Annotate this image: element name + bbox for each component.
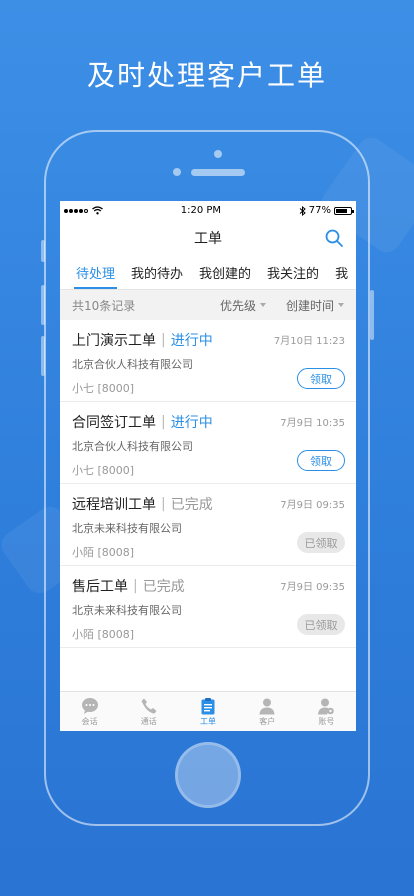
phone-home-button <box>178 745 238 805</box>
tabbar-item-chat[interactable]: 会话 <box>60 692 119 731</box>
ticket-card[interactable]: 远程培训工单 | 已完成 7月9日 09:35 北京未来科技有限公司 小陌 [8… <box>60 484 356 566</box>
sort-created-time-label: 创建时间 <box>285 298 334 313</box>
tabbar-label: 通话 <box>140 716 157 726</box>
ticket-status: 进行中 <box>170 333 213 349</box>
sort-bar: 共10条记录 优先级 创建时间 <box>60 290 356 320</box>
marketing-headline: 及时处理客户工单 <box>86 59 327 92</box>
ticket-title: 售后工单 <box>72 579 128 595</box>
tab-more[interactable]: 我 <box>327 256 356 289</box>
sort-priority[interactable]: 优先级 <box>220 297 266 314</box>
tabbar-item-tickets[interactable]: 工单 <box>178 692 237 731</box>
bottom-tab-bar: 会话 通话 工单 客户 账号 <box>60 691 356 731</box>
ticket-card[interactable]: 上门演示工单 | 进行中 7月10日 11:23 北京合伙人科技有限公司 小七 … <box>60 320 356 402</box>
sort-priority-label: 优先级 <box>219 298 256 313</box>
tabbar-label: 会话 <box>81 716 98 726</box>
page-title: 工单 <box>194 231 222 247</box>
phone-side-button <box>41 336 45 376</box>
tab-followed[interactable]: 我关注的 <box>259 256 327 289</box>
tabbar-item-customers[interactable]: 客户 <box>238 692 297 731</box>
ticket-list: 上门演示工单 | 进行中 7月10日 11:23 北京合伙人科技有限公司 小七 … <box>60 320 356 648</box>
tab-created-by-me[interactable]: 我创建的 <box>191 256 259 289</box>
ticket-card[interactable]: 合同签订工单 | 进行中 7月9日 10:35 北京合伙人科技有限公司 小七 [… <box>60 402 356 484</box>
bluetooth-icon <box>299 205 306 216</box>
phone-camera <box>214 150 222 158</box>
ticket-date: 7月9日 10:35 <box>280 418 345 429</box>
phone-speaker <box>191 169 245 176</box>
ticket-date: 7月9日 09:35 <box>280 582 345 593</box>
ticket-status: 已完成 <box>142 579 185 595</box>
status-bar: 1:20 PM 77% <box>60 201 356 220</box>
claimed-badge: 已领取 <box>297 532 345 553</box>
tabbar-label: 账号 <box>318 716 335 726</box>
battery-percent: 77% <box>308 205 331 216</box>
wifi-icon <box>92 206 103 215</box>
phone-side-button <box>41 285 45 325</box>
claimed-badge: 已领取 <box>297 614 345 635</box>
ticket-status: 已完成 <box>170 497 213 513</box>
divider: | <box>161 496 166 512</box>
chat-icon <box>81 697 98 714</box>
ticket-title: 合同签订工单 <box>72 415 156 431</box>
navigation-bar: 工单 <box>60 220 356 256</box>
ticket-title: 远程培训工单 <box>72 497 156 513</box>
phone-side-button <box>370 290 374 340</box>
chevron-down-icon <box>259 303 266 307</box>
app-screen: 1:20 PM 77% 工单 待处理 我的待办 我创建的 我关注的 我 共10条… <box>60 201 356 731</box>
phone-side-button <box>41 240 45 262</box>
phone-icon <box>141 698 157 713</box>
record-count: 共10条记录 <box>72 298 136 313</box>
ticket-card[interactable]: 售后工单 | 已完成 7月9日 09:35 北京未来科技有限公司 小陌 [800… <box>60 566 356 648</box>
tab-my-todo[interactable]: 我的待办 <box>123 256 191 289</box>
clipboard-icon <box>201 697 215 714</box>
person-icon <box>259 698 275 714</box>
tabbar-item-calls[interactable]: 通话 <box>119 692 178 731</box>
filter-tabs: 待处理 我的待办 我创建的 我关注的 我 <box>60 256 356 290</box>
divider: | <box>133 578 138 594</box>
divider: | <box>161 414 166 430</box>
claim-button[interactable]: 领取 <box>297 450 345 471</box>
account-gear-icon <box>318 698 335 714</box>
battery-icon <box>334 206 354 215</box>
tabbar-label: 工单 <box>200 716 216 726</box>
tabbar-item-account[interactable]: 账号 <box>297 692 356 731</box>
ticket-date: 7月10日 11:23 <box>273 336 345 347</box>
claim-button[interactable]: 领取 <box>297 368 345 389</box>
ticket-status: 进行中 <box>170 415 213 431</box>
divider: | <box>161 332 166 348</box>
chevron-down-icon <box>338 303 344 307</box>
ticket-title: 上门演示工单 <box>72 333 156 349</box>
ticket-date: 7月9日 09:35 <box>280 500 345 511</box>
signal-icon <box>64 206 103 215</box>
search-icon[interactable] <box>324 228 344 248</box>
phone-sensor <box>173 168 181 176</box>
tab-pending[interactable]: 待处理 <box>68 256 123 289</box>
status-time: 1:20 PM <box>180 205 222 216</box>
sort-created-time[interactable]: 创建时间 <box>286 297 344 314</box>
tabbar-label: 客户 <box>259 716 276 726</box>
